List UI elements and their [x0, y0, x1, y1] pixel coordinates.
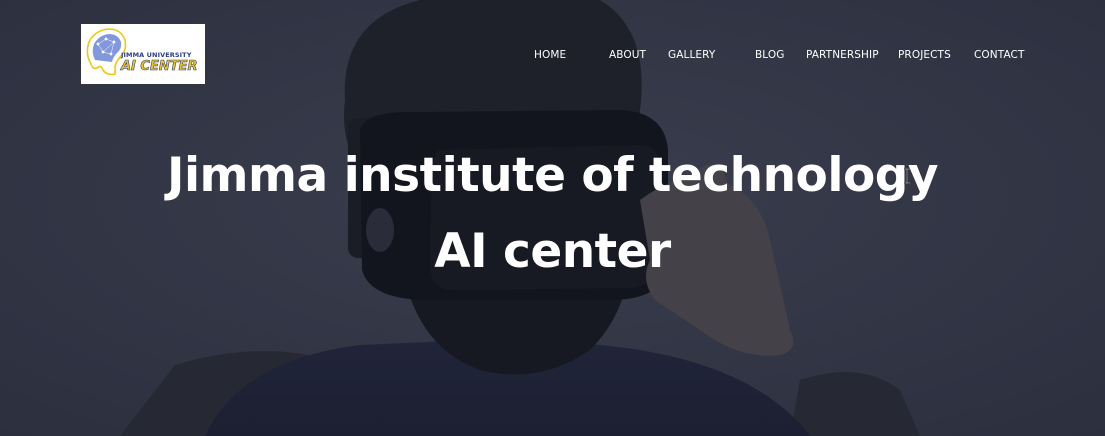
nav-item-about[interactable]: ABOUT [609, 49, 646, 61]
nav-item-projects[interactable]: PROJECTS [898, 49, 951, 61]
hero-title-line-1: Jimma institute of technology [166, 148, 939, 203]
main-navigation: HOME ABOUT GALLERY BLOG PARTNERSHIP PROJ… [0, 49, 1105, 65]
nav-item-blog[interactable]: BLOG [755, 49, 784, 61]
text-cursor-icon [904, 168, 910, 184]
hero-title: Jimma institute of technology AI center [0, 138, 1105, 290]
hero-section: JIMMA UNIVERSITY AI CENTER HOME ABOUT GA… [0, 0, 1105, 436]
nav-item-contact[interactable]: CONTACT [974, 49, 1025, 61]
nav-item-home[interactable]: HOME [534, 49, 566, 61]
nav-item-gallery[interactable]: GALLERY [668, 49, 715, 61]
nav-item-partnership[interactable]: PARTNERSHIP [806, 49, 879, 61]
hero-title-line-2: AI center [434, 224, 671, 279]
